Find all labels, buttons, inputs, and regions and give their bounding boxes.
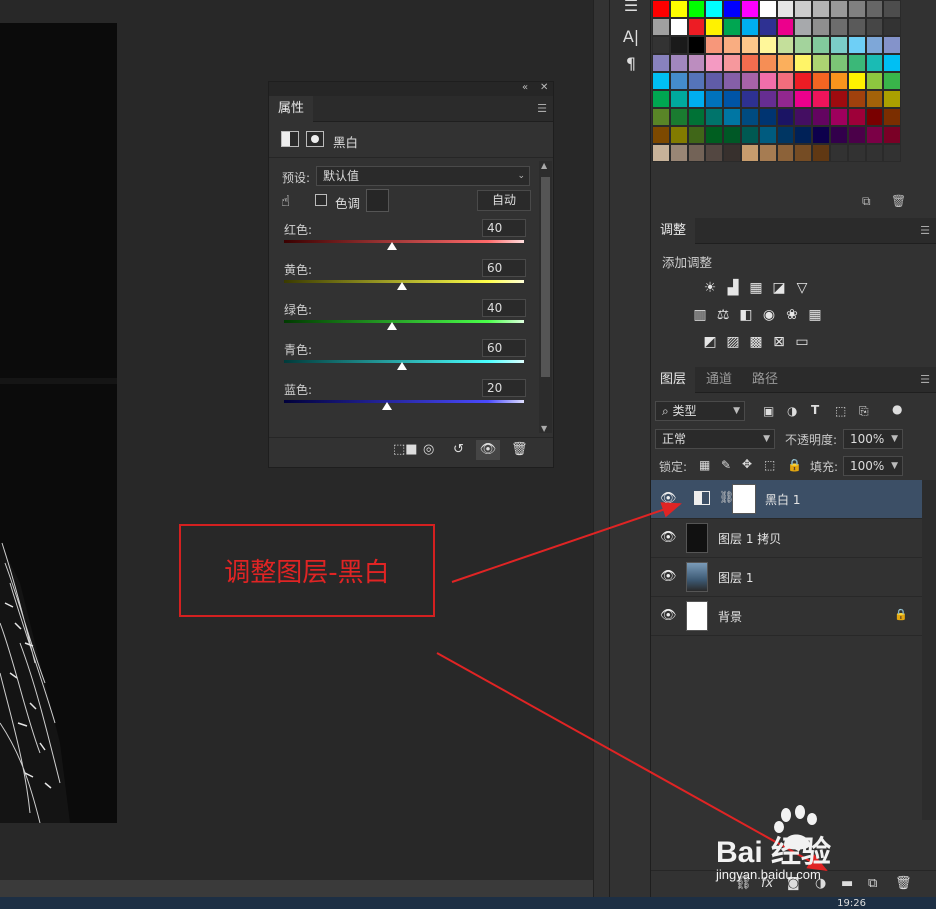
taskbar-clock: 19:26	[837, 898, 866, 909]
annotation-arrows	[436, 502, 828, 871]
watermark-url: jingyan.baidu.com	[716, 867, 821, 882]
baidu-watermark: Bai 经验 jingyan.baidu.com	[716, 805, 886, 887]
watermark-logo-text: Bai 经验	[716, 836, 832, 869]
arrow-to-layer	[451, 502, 682, 583]
os-taskbar: 19:26	[0, 897, 936, 909]
